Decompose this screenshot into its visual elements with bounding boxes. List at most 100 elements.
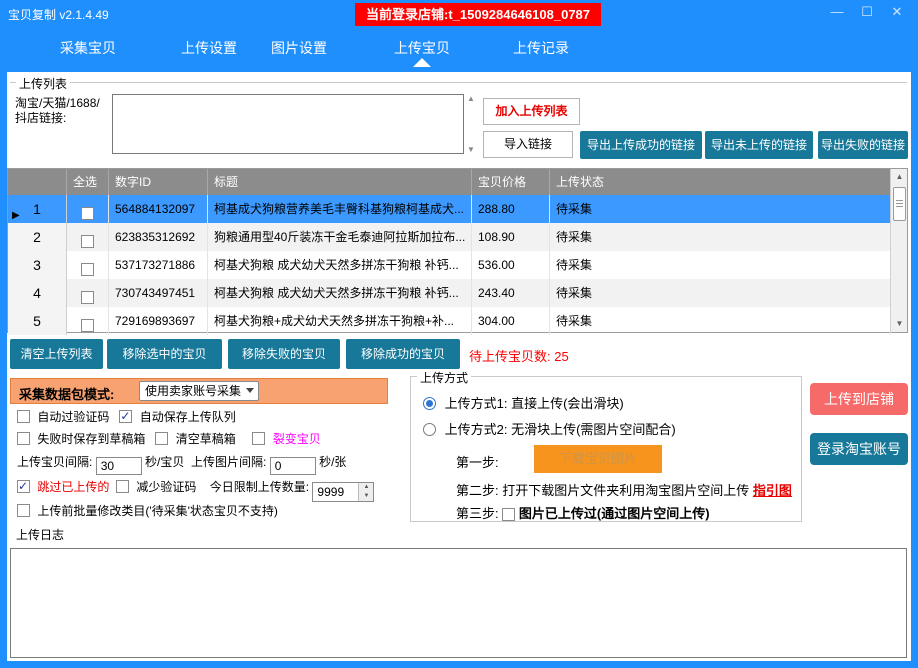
col-select-all[interactable]: 全选 [67,169,109,195]
upload-log-label: 上传日志 [13,526,67,543]
method-option-1: 上传方式1: 直接上传(会出滑块) [423,393,624,412]
minimize-icon[interactable]: — [826,2,848,22]
links-input[interactable] [112,94,464,154]
scrollbar-thumb[interactable] [893,187,906,221]
table-row[interactable]: 4 730743497451 柯基犬狗粮 成犬幼犬天然多拼冻干狗粮 补钙... … [8,279,891,307]
remove-failed-items-button[interactable]: 移除失败的宝贝 [228,339,340,369]
method2-radio[interactable] [423,423,436,436]
row-checkbox[interactable] [81,319,94,332]
row-checkbox-cell [67,251,109,279]
cell-status: 待采集 [550,195,891,223]
add-to-upload-list-button[interactable]: 加入上传列表 [483,98,580,125]
daily-limit-label: 今日限制上传数量: [210,480,309,494]
daily-limit-stepper[interactable]: 9999 ▲▼ [312,482,374,502]
tab-image-settings[interactable]: 图片设置 [271,38,327,58]
table-vertical-scrollbar[interactable]: ▲ ▼ [890,169,907,332]
row-number: 3 [8,251,67,279]
clear-draft-checkbox[interactable] [155,432,168,445]
save-draft-on-fail-label: 失败时保存到草稿箱 [37,432,145,446]
login-taobao-button[interactable]: 登录淘宝账号 [810,433,908,465]
chevron-down-icon [246,388,254,393]
table-row[interactable]: ▶1 564884132097 柯基成犬狗粮营养美毛丰臀科基狗粮柯基成犬... … [8,195,891,223]
upload-list-group-label: 上传列表 [16,75,70,92]
row-checkbox[interactable] [81,263,94,276]
scroll-down-icon[interactable]: ▼ [467,145,475,154]
col-title: 标题 [208,169,472,195]
batch-modify-checkbox[interactable] [17,504,30,517]
app-title: 宝贝复制 v2.1.4.49 [8,6,109,23]
daily-limit-value: 9999 [313,485,344,499]
images-uploaded-checkbox[interactable] [502,508,515,521]
row-checkbox[interactable] [81,235,94,248]
scroll-up-icon[interactable]: ▲ [891,169,908,185]
spinner-up-icon[interactable]: ▲ [359,483,373,492]
cell-status: 待采集 [550,223,891,251]
tab-upload-settings[interactable]: 上传设置 [181,38,237,58]
pending-count-text: 待上传宝贝数: 25 [469,346,569,365]
item-interval-input[interactable]: 30 [96,457,142,475]
row-checkbox[interactable] [81,207,94,220]
tab-collect-items[interactable]: 采集宝贝 [60,38,116,58]
close-icon[interactable]: ✕ [886,2,908,22]
reduce-captcha-checkbox[interactable] [116,480,129,493]
tab-upload-records[interactable]: 上传记录 [513,38,569,58]
links-scrollbar[interactable]: ▲ ▼ [466,94,478,154]
export-not-uploaded-links-button[interactable]: 导出未上传的链接 [705,131,813,159]
reduce-captcha-label: 减少验证码 [136,480,196,494]
step3-label: 第三步: [456,506,499,521]
fission-checkbox[interactable] [252,432,265,445]
table-row[interactable]: 5 729169893697 柯基犬狗粮+成犬幼犬天然多拼冻干狗粮+补... 3… [8,307,891,335]
skip-uploaded-checkbox[interactable] [17,480,30,493]
method2-label: 上传方式2: 无滑块上传(需图片空间配合) [445,422,676,437]
link-label-line1: 淘宝/天猫/1688/ [15,96,100,111]
collect-mode-bar: 采集数据包模式: 使用卖家账号采集 [10,378,388,404]
cell-title: 柯基犬狗粮 成犬幼犬天然多拼冻干狗粮 补钙... [208,251,472,279]
step3-checkbox-label: 图片已上传过(通过图片空间上传) [519,506,710,521]
col-status: 上传状态 [550,169,891,195]
content-panel: 上传列表 淘宝/天猫/1688/ 抖店链接: ▲ ▼ 加入上传列表 导入链接 导… [7,72,911,661]
settings-row-1: 自动过验证码 自动保存上传队列 [17,408,236,425]
download-images-button[interactable]: 下载宝贝图片 [534,445,662,473]
cell-id: 623835312692 [109,223,208,251]
table-row[interactable]: 2 623835312692 狗粮通用型40斤装冻干金毛泰迪阿拉斯加拉布... … [8,223,891,251]
export-success-links-button[interactable]: 导出上传成功的链接 [580,131,702,159]
cell-title: 柯基成犬狗粮营养美毛丰臀科基狗粮柯基成犬... [208,195,472,223]
table-header: 全选 数字ID 标题 宝贝价格 上传状态 [8,169,891,195]
guide-image-link[interactable]: 指引图 [753,483,792,498]
save-draft-on-fail-checkbox[interactable] [17,432,30,445]
spinner-down-icon[interactable]: ▼ [359,492,373,501]
spinner-arrows[interactable]: ▲▼ [358,483,373,501]
clear-upload-list-button[interactable]: 清空上传列表 [10,339,103,369]
import-links-button[interactable]: 导入链接 [483,131,573,158]
col-price: 宝贝价格 [472,169,550,195]
remove-selected-items-button[interactable]: 移除选中的宝贝 [107,339,222,369]
cell-price: 304.00 [472,307,550,335]
cell-id: 729169893697 [109,307,208,335]
logged-in-shop-banner: 当前登录店铺:t_1509284646108_0787 [355,3,601,26]
collect-mode-dropdown[interactable]: 使用卖家账号采集 [139,381,259,401]
step1-row: 第一步: 下载宝贝图片 [456,452,499,471]
scroll-up-icon[interactable]: ▲ [467,94,475,103]
scroll-down-icon[interactable]: ▼ [891,316,908,332]
fission-label: 裂变宝贝 [273,432,321,446]
export-failed-links-button[interactable]: 导出失败的链接 [818,131,908,159]
batch-modify-label: 上传前批量修改类目('待采集'状态宝贝不支持) [37,504,278,518]
step2-text: 打开下载图片文件夹利用淘宝图片空间上传 [502,483,749,498]
method1-radio[interactable] [423,397,436,410]
active-tab-indicator [413,58,431,67]
link-label: 淘宝/天猫/1688/ 抖店链接: [15,96,100,126]
upload-log-area[interactable] [10,548,907,658]
image-interval-input[interactable]: 0 [270,457,316,475]
tab-upload-items[interactable]: 上传宝贝 [394,38,450,58]
items-table: 全选 数字ID 标题 宝贝价格 上传状态 ▶1 564884132097 柯基成… [7,168,908,333]
settings-row-2: 失败时保存到草稿箱 清空草稿箱 裂变宝贝 [17,430,321,447]
remove-success-items-button[interactable]: 移除成功的宝贝 [346,339,460,369]
cell-price: 243.40 [472,279,550,307]
cell-price: 536.00 [472,251,550,279]
auto-save-queue-checkbox[interactable] [119,410,132,423]
auto-captcha-checkbox[interactable] [17,410,30,423]
row-checkbox[interactable] [81,291,94,304]
table-row[interactable]: 3 537173271886 柯基犬狗粮 成犬幼犬天然多拼冻干狗粮 补钙... … [8,251,891,279]
upload-to-shop-button[interactable]: 上传到店铺 [810,383,908,415]
maximize-icon[interactable]: ☐ [856,2,878,22]
